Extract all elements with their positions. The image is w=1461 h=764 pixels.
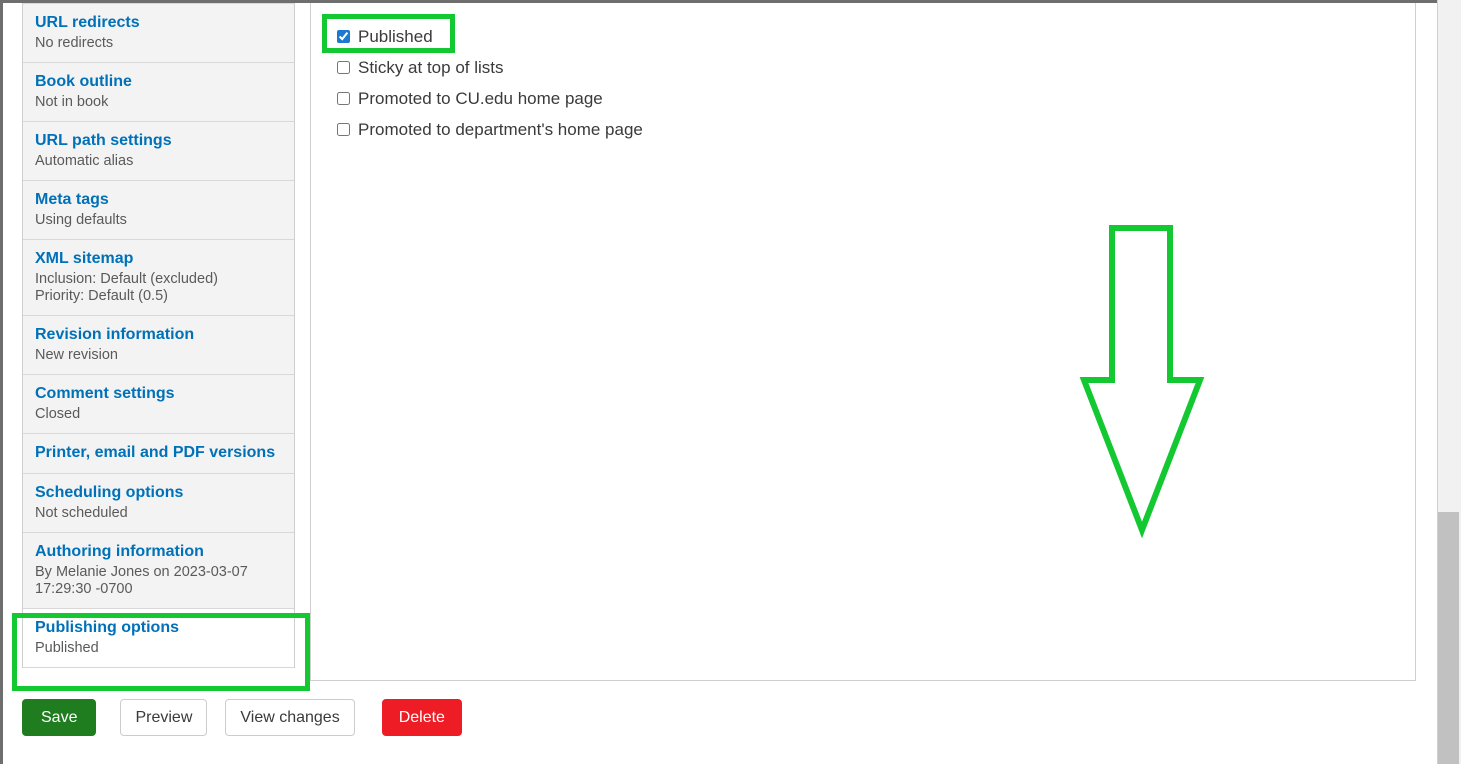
preview-button[interactable]: Preview bbox=[120, 699, 208, 736]
sidebar-tab-meta-tags[interactable]: Meta tags Using defaults bbox=[23, 181, 294, 240]
sidebar-tab-summary-line: Not scheduled bbox=[35, 505, 128, 521]
checkbox-promoted-to-department-s-home-page[interactable] bbox=[337, 123, 350, 136]
checkbox-row-promoted-to-cu-edu-home-page[interactable]: Promoted to CU.edu home page bbox=[337, 83, 1415, 114]
sidebar-tab-authoring-information[interactable]: Authoring information By Melanie Jones on… bbox=[23, 533, 294, 609]
sidebar-tab-url-redirects[interactable]: URL redirects No redirects bbox=[23, 3, 294, 63]
sidebar-tab-revision-information[interactable]: Revision information New revision bbox=[23, 316, 294, 375]
sidebar-tab-title: Meta tags bbox=[35, 191, 109, 208]
sidebar-tab-summary-line: Inclusion: Default (excluded) bbox=[35, 271, 218, 287]
checkbox-label-promoted-to-cu-edu-home-page: Promoted to CU.edu home page bbox=[358, 88, 603, 108]
sidebar-tab-summary-line: No redirects bbox=[35, 35, 114, 51]
publishing-checkbox-list: Published Sticky at top of lists Promoted … bbox=[311, 3, 1415, 145]
sidebar-tab-title: Comment settings bbox=[35, 385, 175, 402]
sidebar-tab-summary-line: Published bbox=[35, 640, 99, 656]
sidebar-tab-title: URL path settings bbox=[35, 132, 172, 149]
sidebar-tab-summary: Closed bbox=[35, 406, 282, 423]
sidebar-tab-publishing-options[interactable]: Publishing options Published bbox=[23, 609, 294, 668]
sidebar-tab-xml-sitemap[interactable]: XML sitemap Inclusion: Default (excluded)… bbox=[23, 240, 294, 316]
checkbox-published[interactable] bbox=[337, 30, 350, 43]
form-actions: Save Preview View changes Delete bbox=[22, 699, 462, 736]
sidebar-tab-summary: Using defaults bbox=[35, 212, 282, 229]
delete-button[interactable]: Delete bbox=[381, 699, 462, 736]
sidebar-tab-summary: Not in book bbox=[35, 94, 282, 111]
sidebar-tab-summary-line: Not in book bbox=[35, 94, 109, 110]
view-changes-button[interactable]: View changes bbox=[225, 699, 355, 736]
save-button[interactable]: Save bbox=[22, 699, 97, 736]
publishing-options-panel: Published Sticky at top of lists Promoted … bbox=[310, 3, 1416, 681]
screenshot-root: URL redirects No redirects Book outline Not… bbox=[0, 0, 1461, 764]
sidebar-tab-summary-line: Closed bbox=[35, 406, 81, 422]
sidebar-tab-title: Authoring information bbox=[35, 543, 204, 560]
sidebar-tab-title: Scheduling options bbox=[35, 484, 184, 501]
sidebar-tab-title: Publishing options bbox=[35, 619, 179, 636]
checkbox-sticky-at-top-of-lists[interactable] bbox=[337, 61, 350, 74]
sidebar-tab-summary: Published bbox=[35, 640, 282, 657]
checkbox-row-sticky-at-top-of-lists[interactable]: Sticky at top of lists bbox=[337, 52, 1415, 83]
sidebar-tab-comment-settings[interactable]: Comment settings Closed bbox=[23, 375, 294, 434]
sidebar-tab-summary: Inclusion: Default (excluded) Priority: D… bbox=[35, 271, 282, 305]
sidebar-tab-summary-line: Priority: Default (0.5) bbox=[35, 288, 168, 304]
sidebar-tab-title: Printer, email and PDF versions bbox=[35, 444, 276, 461]
sidebar-tab-summary-line: Automatic alias bbox=[35, 153, 134, 169]
sidebar-tab-title: Revision information bbox=[35, 326, 195, 343]
sidebar-tab-scheduling-options[interactable]: Scheduling options Not scheduled bbox=[23, 474, 294, 533]
checkbox-promoted-to-cu-edu-home-page[interactable] bbox=[337, 92, 350, 105]
sidebar-tab-summary-line: 17:29:30 -0700 bbox=[35, 581, 133, 597]
sidebar-tab-title: URL redirects bbox=[35, 14, 140, 31]
sidebar-tab-summary: No redirects bbox=[35, 35, 282, 52]
checkbox-row-promoted-to-department-s-home-page[interactable]: Promoted to department's home page bbox=[337, 114, 1415, 145]
page-scrollbar-thumb[interactable] bbox=[1438, 512, 1459, 764]
sidebar-tab-summary-line: New revision bbox=[35, 347, 118, 363]
sidebar-tab-printer-email-and-pdf-versions[interactable]: Printer, email and PDF versions bbox=[23, 434, 294, 474]
sidebar-tab-summary: New revision bbox=[35, 347, 282, 364]
checkbox-row-published[interactable]: Published bbox=[337, 21, 1415, 52]
sidebar-tab-summary: Not scheduled bbox=[35, 505, 282, 522]
sidebar-tab-book-outline[interactable]: Book outline Not in book bbox=[23, 63, 294, 122]
checkbox-label-promoted-to-department-s-home-page: Promoted to department's home page bbox=[358, 119, 643, 139]
sidebar-tab-summary-line: By Melanie Jones on 2023-03-07 bbox=[35, 564, 248, 580]
checkbox-label-published: Published bbox=[358, 26, 433, 46]
vertical-tabs-sidebar: URL redirects No redirects Book outline Not… bbox=[22, 3, 295, 668]
checkbox-label-sticky-at-top-of-lists: Sticky at top of lists bbox=[358, 57, 504, 77]
sidebar-tab-summary-line: Using defaults bbox=[35, 212, 127, 228]
sidebar-tab-url-path-settings[interactable]: URL path settings Automatic alias bbox=[23, 122, 294, 181]
sidebar-tab-summary: Automatic alias bbox=[35, 153, 282, 170]
sidebar-tab-title: Book outline bbox=[35, 73, 132, 90]
sidebar-tab-title: XML sitemap bbox=[35, 250, 134, 267]
sidebar-tab-summary: By Melanie Jones on 2023-03-07 17:29:30 -… bbox=[35, 564, 282, 598]
